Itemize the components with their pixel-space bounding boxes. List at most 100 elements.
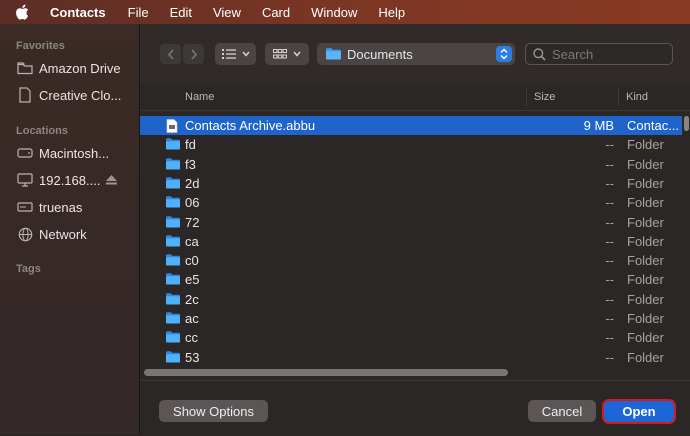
- open-button[interactable]: Open: [604, 401, 674, 422]
- sidebar-item-network[interactable]: Network: [17, 226, 135, 242]
- table-row[interactable]: 72 -- Folder: [140, 213, 682, 232]
- folder-icon: [326, 48, 341, 60]
- file-name: 06: [185, 195, 200, 211]
- sidebar-item-label: truenas: [39, 199, 83, 215]
- apple-icon[interactable]: [15, 4, 31, 20]
- menu-card[interactable]: Card: [262, 5, 290, 20]
- horizontal-scroll-thumb[interactable]: [144, 369, 508, 376]
- file-size: --: [605, 175, 614, 191]
- table-row[interactable]: e5 -- Folder: [140, 270, 682, 289]
- column-divider[interactable]: [526, 88, 527, 106]
- menu-bar: Contacts File Edit View Card Window Help: [0, 0, 690, 24]
- table-row[interactable]: f3 -- Folder: [140, 155, 682, 174]
- menu-window[interactable]: Window: [311, 5, 357, 20]
- folder-icon: [17, 60, 33, 76]
- file-size: 9 MB: [583, 118, 614, 133]
- sidebar: Favorites Amazon Drive Creative Clo... L…: [0, 24, 140, 435]
- menu-file[interactable]: File: [128, 5, 149, 20]
- menu-view[interactable]: View: [213, 5, 241, 20]
- folder-icon: [166, 292, 180, 308]
- column-header-kind[interactable]: Kind: [626, 91, 648, 103]
- vertical-scrollbar[interactable]: [683, 114, 690, 374]
- sidebar-item-192-168[interactable]: 192.168....: [17, 172, 135, 188]
- sidebar-section-locations: Locations: [16, 125, 68, 137]
- file-kind: Folder: [627, 272, 664, 288]
- file-kind: Folder: [627, 214, 664, 230]
- file-name: e5: [185, 272, 200, 288]
- file-size: --: [605, 214, 614, 230]
- table-row[interactable]: ca -- Folder: [140, 232, 682, 251]
- file-size: --: [605, 195, 614, 211]
- table-row[interactable]: 53 -- Folder: [140, 348, 682, 367]
- show-options-button[interactable]: Show Options: [159, 400, 268, 422]
- table-row[interactable]: 06 -- Folder: [140, 193, 682, 212]
- sidebar-section-tags: Tags: [16, 263, 41, 275]
- table-row[interactable]: fd -- Folder: [140, 135, 682, 154]
- file-kind: Folder: [627, 330, 664, 346]
- sidebar-item-creative-cloud[interactable]: Creative Clo...: [17, 87, 135, 103]
- sidebar-item-truenas[interactable]: truenas: [17, 199, 135, 215]
- table-row[interactable]: c0 -- Folder: [140, 251, 682, 270]
- chevron-down-icon: [293, 51, 301, 57]
- file-kind: Folder: [627, 156, 664, 172]
- search-field[interactable]: [525, 43, 673, 65]
- cancel-button[interactable]: Cancel: [528, 400, 596, 422]
- hard-drive-icon: [17, 145, 33, 161]
- sidebar-item-label: Creative Clo...: [39, 87, 122, 103]
- vertical-scroll-thumb[interactable]: [684, 116, 689, 131]
- table-row[interactable]: 2c -- Folder: [140, 290, 682, 309]
- eject-icon[interactable]: [106, 173, 118, 188]
- file-size: --: [605, 253, 614, 269]
- group-view-button[interactable]: [265, 43, 309, 65]
- location-label: Documents: [347, 46, 413, 62]
- grid-view-icon: [273, 48, 287, 58]
- file-name: 2c: [185, 291, 199, 307]
- file-size: --: [605, 156, 614, 172]
- file-name: Contacts Archive.abbu: [185, 118, 316, 133]
- table-row[interactable]: ac -- Folder: [140, 309, 682, 328]
- folder-icon: [166, 196, 180, 211]
- menu-edit[interactable]: Edit: [170, 5, 192, 20]
- column-divider[interactable]: [618, 88, 619, 106]
- document-icon: [166, 119, 178, 136]
- folder-icon: [166, 215, 180, 231]
- file-browser: Documents Name Size Kind Contacts Archiv…: [140, 24, 690, 436]
- table-row[interactable]: cc -- Folder: [140, 328, 682, 347]
- file-name: 2d: [185, 175, 200, 191]
- search-input[interactable]: [550, 45, 664, 63]
- file-kind: Folder: [627, 137, 664, 153]
- display-icon: [17, 172, 33, 188]
- folder-icon: [166, 273, 180, 288]
- folder-icon: [166, 350, 180, 366]
- file-size: --: [605, 272, 614, 288]
- menu-app-name[interactable]: Contacts: [50, 5, 106, 20]
- sidebar-item-label: Network: [39, 226, 87, 242]
- table-row[interactable]: Contacts Archive.abbu 9 MB Contac...: [140, 116, 682, 135]
- file-name: cc: [185, 330, 198, 346]
- globe-icon: [17, 226, 33, 242]
- back-button[interactable]: [160, 44, 181, 64]
- file-kind: Folder: [627, 311, 664, 326]
- file-kind: Folder: [627, 349, 664, 365]
- menu-help[interactable]: Help: [378, 5, 405, 20]
- toolbar: Documents: [140, 24, 690, 84]
- chevron-left-icon: [167, 48, 174, 60]
- location-popup[interactable]: Documents: [317, 43, 515, 65]
- forward-button[interactable]: [183, 44, 204, 64]
- sidebar-item-macintosh[interactable]: Macintosh...: [17, 145, 135, 161]
- horizontal-scrollbar[interactable]: [140, 366, 690, 378]
- column-header-name[interactable]: Name: [185, 91, 214, 103]
- chevron-right-icon: [190, 48, 197, 60]
- file-kind: Folder: [627, 195, 664, 211]
- table-row[interactable]: 2d -- Folder: [140, 174, 682, 193]
- folder-icon: [166, 157, 180, 173]
- sidebar-item-amazon-drive[interactable]: Amazon Drive: [17, 60, 135, 76]
- file-list: Contacts Archive.abbu 9 MB Contac... fd -- Fo…: [140, 116, 690, 372]
- dialog-footer: Show Options Cancel Open: [140, 380, 690, 436]
- column-header-size[interactable]: Size: [534, 91, 555, 103]
- server-icon: [17, 199, 33, 215]
- file-name: 72: [185, 214, 200, 230]
- sidebar-item-label: 192.168....: [39, 172, 101, 188]
- list-view-button[interactable]: [215, 43, 256, 65]
- file-size: --: [605, 137, 614, 153]
